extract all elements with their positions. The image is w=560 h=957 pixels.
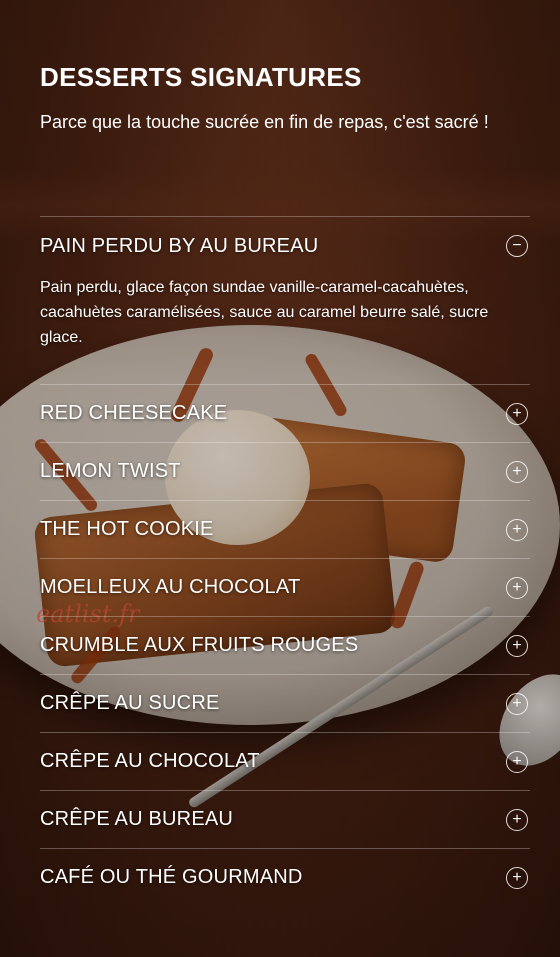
accordion-header[interactable]: CAFÉ OU THÉ GOURMAND + [40, 849, 530, 906]
accordion-item-label: RED CHEESECAKE [40, 402, 228, 424]
accordion-item-description: Pain perdu, glace façon sundae vanille-c… [40, 279, 489, 346]
accordion-header[interactable]: CRÊPE AU CHOCOLAT + [40, 733, 530, 790]
accordion-item-label: CAFÉ OU THÉ GOURMAND [40, 866, 303, 888]
expand-plus-icon[interactable]: + [506, 692, 528, 715]
expand-plus-icon[interactable]: + [506, 634, 528, 657]
expand-plus-icon[interactable]: + [506, 576, 528, 599]
accordion-header[interactable]: CRUMBLE AUX FRUITS ROUGES + [40, 617, 530, 674]
accordion-item: CRÊPE AU SUCRE + [40, 674, 530, 732]
expand-plus-icon[interactable]: + [506, 518, 528, 541]
accordion-header[interactable]: CRÊPE AU SUCRE + [40, 675, 530, 732]
accordion-header[interactable]: MOELLEUX AU CHOCOLAT + [40, 559, 530, 616]
accordion-item-label: PAIN PERDU BY AU BUREAU [40, 234, 319, 257]
accordion-header[interactable]: LEMON TWIST + [40, 443, 530, 500]
accordion-item: THE HOT COOKIE + [40, 500, 530, 558]
expand-plus-icon[interactable]: + [506, 750, 528, 773]
section-title: DESSERTS SIGNATURES [40, 62, 362, 92]
accordion-item-label: LEMON TWIST [40, 460, 181, 482]
accordion-item: MOELLEUX AU CHOCOLAT + [40, 558, 530, 616]
expand-plus-icon[interactable]: + [506, 866, 528, 889]
accordion-item-label: MOELLEUX AU CHOCOLAT [40, 576, 301, 598]
accordion-item-label: THE HOT COOKIE [40, 518, 214, 540]
expand-plus-icon[interactable]: + [506, 402, 528, 425]
accordion-header[interactable]: CRÊPE AU BUREAU + [40, 791, 530, 848]
accordion-item-label: CRÊPE AU SUCRE [40, 692, 220, 714]
accordion-item: CRUMBLE AUX FRUITS ROUGES + [40, 616, 530, 674]
section-subtitle: Parce que la touche sucrée en fin de rep… [40, 112, 489, 132]
accordion-item-label: CRÊPE AU BUREAU [40, 808, 234, 830]
accordion-header[interactable]: RED CHEESECAKE + [40, 385, 530, 442]
accordion-item: LEMON TWIST + [40, 442, 530, 500]
accordion-item: CAFÉ OU THÉ GOURMAND + [40, 848, 530, 906]
accordion-item-label: CRUMBLE AUX FRUITS ROUGES [40, 634, 359, 656]
accordion-item-label: CRÊPE AU CHOCOLAT [40, 750, 260, 772]
accordion-header[interactable]: PAIN PERDU BY AU BUREAU − [40, 217, 530, 275]
accordion-item: CRÊPE AU BUREAU + [40, 790, 530, 848]
dessert-accordion: PAIN PERDU BY AU BUREAU − Pain perdu, glac… [40, 216, 530, 906]
collapse-minus-icon[interactable]: − [506, 235, 528, 257]
accordion-item: CRÊPE AU CHOCOLAT + [40, 732, 530, 790]
accordion-header[interactable]: THE HOT COOKIE + [40, 501, 530, 558]
accordion-item: RED CHEESECAKE + [40, 384, 530, 442]
expand-plus-icon[interactable]: + [506, 460, 528, 483]
expand-plus-icon[interactable]: + [506, 808, 528, 831]
accordion-item: PAIN PERDU BY AU BUREAU − Pain perdu, glac… [40, 216, 530, 384]
